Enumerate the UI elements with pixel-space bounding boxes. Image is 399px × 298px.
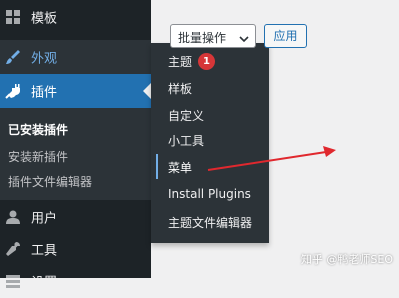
apply-button[interactable]: 应用 (264, 24, 307, 48)
annotation-arrow (207, 146, 336, 171)
templates-icon (4, 8, 22, 26)
sidebar-item-label: 设置 (31, 275, 58, 291)
sidebar-item-appearance[interactable]: 外观 (0, 40, 151, 74)
sidebar-item-label: 插件 (31, 85, 58, 101)
sidebar-item-plugins[interactable]: 插件 (0, 74, 151, 108)
submenu-add-new-plugin[interactable]: 安装新插件 (8, 148, 68, 165)
bulk-actions-select[interactable]: 批量操作 (170, 24, 256, 48)
sidebar-item-templates[interactable]: 模板 (0, 0, 151, 34)
sidebar-item-label: 工具 (31, 243, 58, 259)
flyout-item-install-plugins[interactable]: Install Plugins (168, 187, 251, 201)
flyout-item-widgets[interactable]: 小工具 (168, 132, 204, 149)
flyout-item-menus[interactable]: 菜单 (168, 159, 192, 176)
flyout-item-patterns[interactable]: 样板 (168, 80, 192, 97)
settings-icon (4, 272, 22, 290)
flyout-item-theme-file-editor[interactable]: 主题文件编辑器 (168, 214, 252, 231)
admin-sidebar: 模板 外观 插件 已安装插件 安装新插件 插件文件编辑器 用户 工具 设置 (0, 0, 151, 291)
sidebar-item-label: 外观 (31, 51, 58, 67)
plugins-icon (4, 82, 22, 100)
watermark-text: 知乎 @鸭老师SEO (300, 253, 393, 266)
bulk-actions-value: 批量操作 (178, 31, 227, 45)
tools-icon (4, 240, 22, 258)
sidebar-item-settings[interactable]: 设置 (0, 264, 151, 298)
sidebar-item-users[interactable]: 用户 (0, 200, 151, 234)
appearance-brush-icon (4, 48, 22, 66)
users-icon (4, 208, 22, 226)
flyout-item-customize[interactable]: 自定义 (168, 107, 204, 124)
submenu-plugin-file-editor[interactable]: 插件文件编辑器 (8, 173, 92, 190)
update-count-badge: 1 (198, 53, 215, 70)
flyout-item-themes[interactable]: 主题 (168, 53, 192, 70)
chevron-down-icon (239, 32, 249, 43)
sidebar-item-label: 用户 (31, 211, 58, 227)
sidebar-item-label: 模板 (31, 11, 58, 27)
submenu-installed-plugins[interactable]: 已安装插件 (8, 121, 68, 138)
sidebar-item-tools[interactable]: 工具 (0, 232, 151, 266)
active-item-indicator (156, 154, 158, 179)
plugins-submenu: 已安装插件 安装新插件 插件文件编辑器 (0, 108, 151, 200)
